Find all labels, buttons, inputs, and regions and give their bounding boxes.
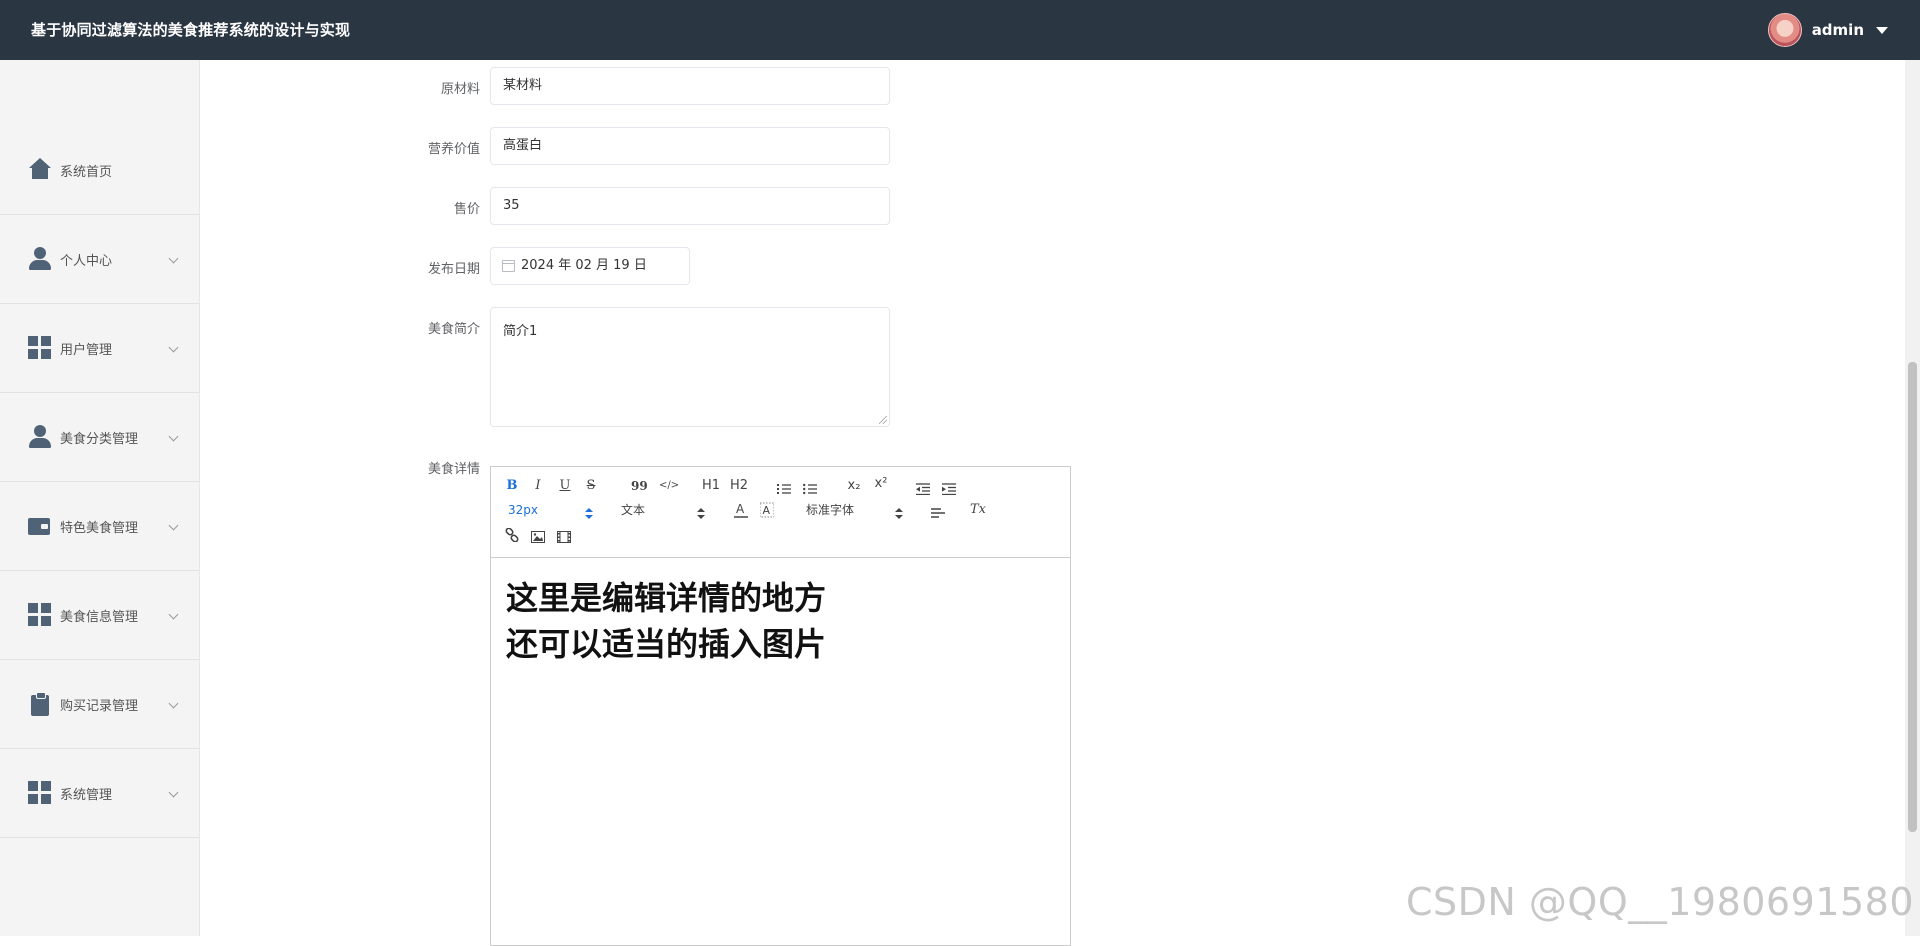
bullet-list-icon[interactable] (803, 480, 817, 495)
sidebar-item-purchase-records[interactable]: 购买记录管理 (0, 660, 199, 749)
text-type-select[interactable]: 文本 (621, 501, 681, 519)
editor-line: 还可以适当的插入图片 (506, 625, 827, 663)
sidebar-item-label: 个人中心 (60, 253, 113, 269)
date-label: 发布日期 (427, 262, 480, 277)
subscript-button[interactable]: x₂ (846, 477, 862, 495)
font-select[interactable]: 标准字体 (806, 501, 886, 519)
price-label: 售价 (453, 202, 480, 217)
bold-button[interactable]: B (505, 477, 519, 495)
background-color-icon[interactable]: A (759, 501, 775, 519)
svg-text:A: A (736, 502, 745, 516)
text-type-arrows-icon[interactable] (697, 504, 705, 523)
price-input[interactable]: 35 (490, 187, 890, 225)
grid-icon (28, 781, 52, 805)
wallet-icon (28, 514, 52, 538)
rich-text-editor: B I U S 99 </> H1 H2 x₂ x² 32px 文本 A A 标… (490, 466, 1071, 946)
blockquote-button[interactable]: 99 (631, 477, 648, 495)
header2-button[interactable]: H2 (730, 477, 748, 495)
editor-toolbar: B I U S 99 </> H1 H2 x₂ x² 32px 文本 A A 标… (491, 467, 1070, 558)
grid-icon (28, 603, 52, 627)
chevron-down-icon (168, 609, 179, 620)
outdent-icon[interactable] (916, 480, 930, 496)
font-color-icon[interactable]: A (734, 501, 748, 519)
italic-button[interactable]: I (532, 477, 544, 495)
sidebar-item-label: 美食分类管理 (60, 431, 139, 447)
ordered-list-icon[interactable] (777, 480, 791, 494)
nutrition-input[interactable]: 高蛋白 (490, 127, 890, 165)
date-picker[interactable]: 2024 年 02 月 19 日 (490, 247, 690, 285)
chevron-down-icon (168, 520, 179, 531)
image-icon[interactable] (531, 528, 545, 543)
avatar[interactable] (1767, 13, 1802, 47)
sidebar-item-personal-center[interactable]: 个人中心 (0, 215, 199, 304)
home-icon (28, 158, 52, 182)
sidebar-item-food-info[interactable]: 美食信息管理 (0, 571, 199, 660)
chevron-down-icon (168, 342, 179, 353)
app-title: 基于协同过滤算法的美食推荐系统的设计与实现 (31, 21, 351, 39)
username[interactable]: admin (1812, 21, 1864, 39)
clipboard-icon (28, 692, 52, 716)
user-icon (28, 247, 52, 271)
editor-content[interactable]: 这里是编辑详情的地方 还可以适当的插入图片 (506, 575, 826, 667)
sidebar-item-user-management[interactable]: 用户管理 (0, 304, 199, 393)
sidebar-item-label: 购买记录管理 (60, 698, 139, 714)
sidebar-item-home[interactable]: 系统首页 (0, 126, 199, 215)
video-icon[interactable] (557, 528, 571, 543)
resize-handle[interactable] (879, 416, 887, 424)
font-select-arrows-icon[interactable] (895, 504, 903, 523)
sidebar-item-label: 系统首页 (60, 164, 113, 180)
calendar-icon (502, 260, 515, 272)
material-label: 原材料 (440, 82, 480, 97)
indent-icon[interactable] (942, 480, 956, 496)
user-menu[interactable]: admin (1767, 0, 1888, 60)
superscript-button[interactable]: x² (873, 475, 889, 493)
chevron-down-icon (168, 787, 179, 798)
svg-text:A: A (763, 504, 771, 517)
chevron-down-icon (168, 431, 179, 442)
top-header: 基于协同过滤算法的美食推荐系统的设计与实现 admin (0, 0, 1920, 60)
code-button[interactable]: </> (659, 477, 679, 495)
size-select-arrows-icon[interactable] (585, 504, 593, 523)
material-input[interactable]: 某材料 (490, 67, 890, 105)
sidebar-item-food-category[interactable]: 美食分类管理 (0, 393, 199, 482)
strike-button[interactable]: S (585, 477, 597, 495)
sidebar-item-special-food[interactable]: 特色美食管理 (0, 482, 199, 571)
date-value: 2024 年 02 月 19 日 (521, 258, 647, 273)
sidebar: 系统首页 个人中心 用户管理 美食分类管理 特色美食管理 美食信息管理 购买记录… (0, 60, 200, 936)
link-icon[interactable] (505, 527, 519, 543)
clear-format-button[interactable]: Tx (970, 501, 986, 519)
grid-icon (28, 336, 52, 360)
chevron-down-icon (168, 698, 179, 709)
intro-label: 美食简介 (427, 322, 480, 337)
scrollbar-thumb[interactable] (1908, 362, 1917, 832)
user-icon (28, 425, 52, 449)
intro-text: 简介1 (503, 324, 538, 339)
align-left-icon[interactable] (931, 505, 945, 518)
watermark: CSDN @QQ__1980691580 (1405, 880, 1914, 924)
size-select[interactable]: 32px (508, 501, 588, 519)
sidebar-item-label: 美食信息管理 (60, 609, 139, 625)
caret-down-icon[interactable] (1876, 26, 1888, 34)
chevron-down-icon (168, 253, 179, 264)
header1-button[interactable]: H1 (702, 477, 720, 495)
underline-button[interactable]: U (559, 477, 571, 495)
sidebar-item-label: 系统管理 (60, 787, 113, 803)
sidebar-item-label: 特色美食管理 (60, 520, 139, 536)
editor-line: 这里是编辑详情的地方 (506, 579, 827, 617)
detail-label: 美食详情 (427, 462, 480, 477)
sidebar-item-system-management[interactable]: 系统管理 (0, 749, 199, 838)
intro-textarea[interactable]: 简介1 (490, 307, 890, 427)
sidebar-item-label: 用户管理 (60, 342, 113, 358)
nutrition-label: 营养价值 (427, 142, 480, 157)
